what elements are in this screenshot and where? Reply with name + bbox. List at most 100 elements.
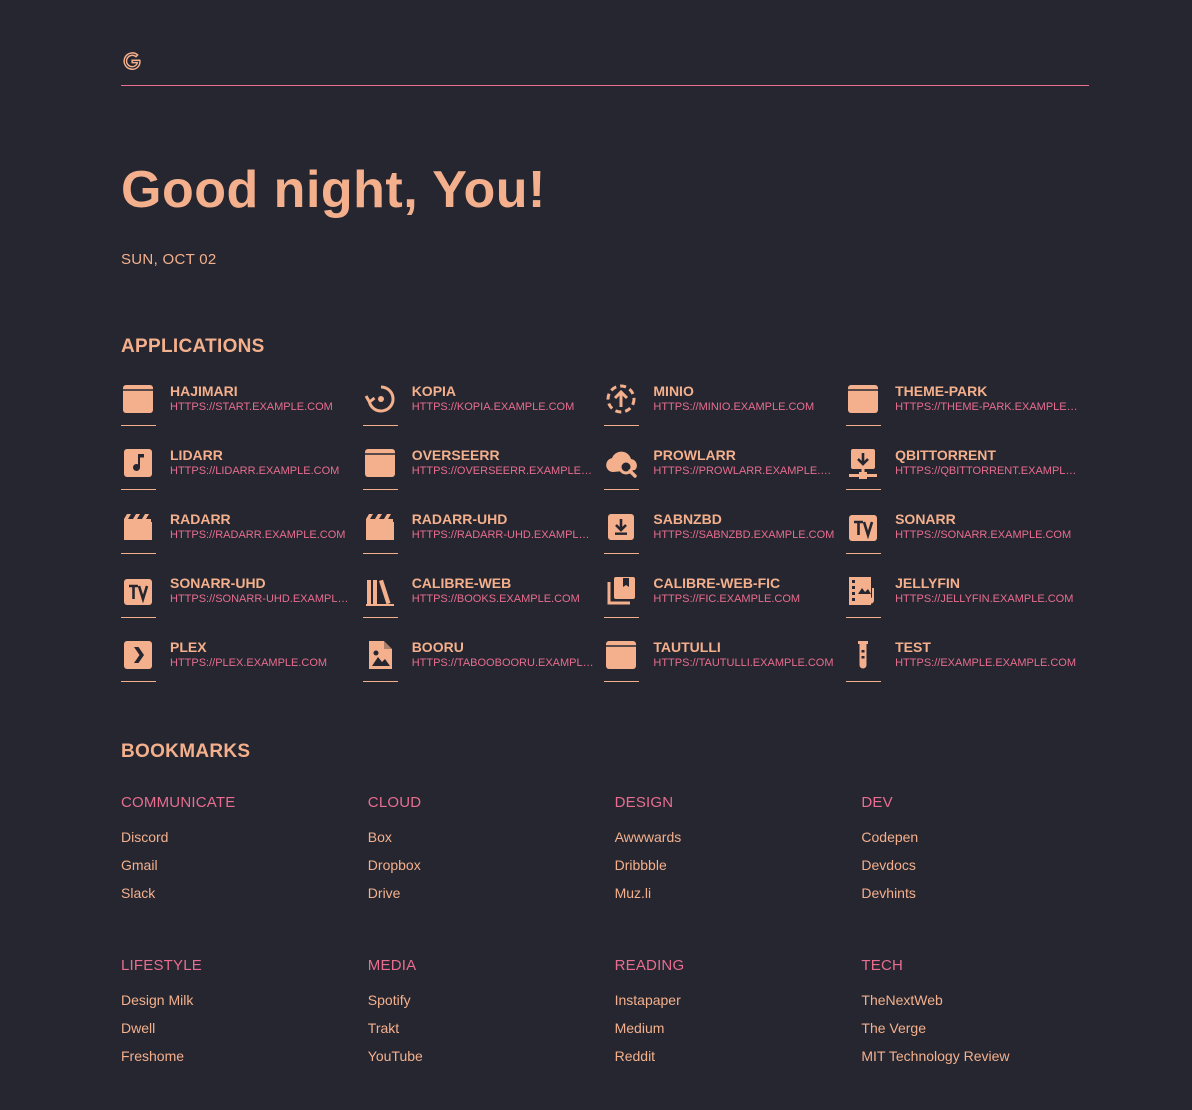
bookmark-link[interactable]: Design Milk bbox=[121, 990, 368, 1018]
bookmark-link[interactable]: Freshome bbox=[121, 1046, 368, 1074]
app-link-test[interactable]: TEST HTTPS://EXAMPLE.EXAMPLE.COM bbox=[846, 636, 1088, 700]
app-underline bbox=[121, 617, 156, 618]
search-bar bbox=[121, 48, 1089, 86]
bookmark-link[interactable]: Slack bbox=[121, 883, 368, 911]
app-url: HTTPS://SABNZBD.EXAMPLE.COM bbox=[653, 529, 835, 541]
app-link-minio[interactable]: MINIO HTTPS://MINIO.EXAMPLE.COM bbox=[604, 380, 846, 444]
window-icon bbox=[363, 446, 397, 480]
app-url: HTTPS://PLEX.EXAMPLE.COM bbox=[170, 657, 328, 669]
bookmark-link[interactable]: Reddit bbox=[615, 1046, 862, 1074]
app-name: CALIBRE-WEB-FIC bbox=[653, 575, 781, 591]
app-link-calibre-web-fic[interactable]: CALIBRE-WEB-FIC HTTPS://FIC.EXAMPLE.COM bbox=[604, 572, 846, 636]
bookmark-group-lifestyle: LIFESTYLE Design Milk Dwell Freshome bbox=[121, 957, 368, 1074]
app-link-plex[interactable]: PLEX HTTPS://PLEX.EXAMPLE.COM bbox=[121, 636, 363, 700]
app-link-overseerr[interactable]: OVERSEERR HTTPS://OVERSEERR.EXAMPLE.COM bbox=[362, 444, 605, 508]
app-link-sonarr[interactable]: SONARR HTTPS://SONARR.EXAMPLE.COM bbox=[846, 508, 1088, 572]
app-underline bbox=[846, 489, 882, 490]
app-link-radarr-uhd[interactable]: RADARR-UHD HTTPS://RADARR-UHD.EXAMPLE.COM bbox=[362, 508, 605, 572]
download-network-icon bbox=[846, 446, 880, 480]
bookmark-link[interactable]: Codepen bbox=[861, 827, 1108, 855]
app-link-sabnzbd[interactable]: SABNZBD HTTPS://SABNZBD.EXAMPLE.COM bbox=[604, 508, 846, 572]
app-underline bbox=[362, 425, 398, 426]
app-name: BOORU bbox=[411, 639, 464, 655]
app-name: SONARR bbox=[895, 511, 956, 527]
bookmark-link[interactable]: Spotify bbox=[368, 990, 615, 1018]
app-underline bbox=[121, 553, 156, 554]
app-url: HTTPS://OVERSEERR.EXAMPLE.COM bbox=[411, 465, 595, 477]
bookmark-category: LIFESTYLE bbox=[121, 957, 202, 974]
applications-title: APPLICATIONS bbox=[121, 336, 265, 357]
bookmark-link[interactable]: The Verge bbox=[861, 1018, 1108, 1046]
bookmark-category: DESIGN bbox=[614, 794, 674, 811]
app-url: HTTPS://EXAMPLE.EXAMPLE.COM bbox=[895, 657, 1077, 669]
bookmark-link[interactable]: MIT Technology Review bbox=[861, 1046, 1108, 1074]
bookmark-link[interactable]: Dropbox bbox=[368, 855, 615, 883]
app-link-sonarr-uhd[interactable]: SONARR-UHD HTTPS://SONARR-UHD.EXAMPLE.COM bbox=[121, 572, 363, 636]
app-name: RADARR bbox=[170, 511, 231, 527]
bookmark-link[interactable]: Medium bbox=[615, 1018, 862, 1046]
bookmark-link[interactable]: Awwwards bbox=[615, 827, 862, 855]
test-tube-icon bbox=[846, 638, 880, 672]
greeting-heading: Good night, You! bbox=[121, 161, 546, 219]
app-link-theme-park[interactable]: THEME-PARK HTTPS://THEME-PARK.EXAMPLE.COM bbox=[846, 380, 1088, 444]
app-name: SONARR-UHD bbox=[170, 575, 266, 591]
app-link-radarr[interactable]: RADARR HTTPS://RADARR.EXAMPLE.COM bbox=[121, 508, 363, 572]
app-url: HTTPS://QBITTORRENT.EXAMPLE.COM bbox=[895, 465, 1078, 477]
music-note-icon bbox=[121, 446, 155, 480]
app-underline bbox=[846, 617, 882, 618]
bookmark-link[interactable]: Box bbox=[368, 827, 615, 855]
app-underline bbox=[362, 489, 398, 490]
bookmark-link[interactable]: Gmail bbox=[121, 855, 368, 883]
app-link-lidarr[interactable]: LIDARR HTTPS://LIDARR.EXAMPLE.COM bbox=[121, 444, 363, 508]
app-name: JELLYFIN bbox=[895, 575, 960, 591]
bookmark-group-communicate: COMMUNICATE Discord Gmail Slack bbox=[121, 794, 368, 911]
window-icon bbox=[121, 382, 155, 416]
bookmark-link[interactable]: Discord bbox=[121, 827, 368, 855]
app-url: HTTPS://BOOKS.EXAMPLE.COM bbox=[411, 593, 580, 605]
window-icon bbox=[604, 638, 638, 672]
movie-clapper-icon bbox=[363, 510, 397, 544]
bookmark-link[interactable]: Devhints bbox=[861, 883, 1108, 911]
app-underline bbox=[121, 681, 156, 682]
filmstrip-music-icon bbox=[846, 574, 880, 608]
cloud-search-icon bbox=[604, 446, 638, 480]
plex-chevron-icon bbox=[121, 638, 155, 672]
bookmark-link[interactable]: Drive bbox=[368, 883, 615, 911]
bookmark-link[interactable]: Muz.li bbox=[615, 883, 862, 911]
bookmark-link[interactable]: TheNextWeb bbox=[861, 990, 1108, 1018]
google-icon bbox=[123, 52, 141, 70]
app-name: HAJIMARI bbox=[170, 383, 238, 399]
upload-circle-icon bbox=[604, 382, 638, 416]
app-underline bbox=[362, 553, 398, 554]
app-link-qbittorrent[interactable]: QBITTORRENT HTTPS://QBITTORRENT.EXAMPLE.C… bbox=[846, 444, 1088, 508]
search-input[interactable] bbox=[157, 48, 1077, 78]
app-url: HTTPS://JELLYFIN.EXAMPLE.COM bbox=[895, 593, 1074, 605]
app-link-jellyfin[interactable]: JELLYFIN HTTPS://JELLYFIN.EXAMPLE.COM bbox=[846, 572, 1088, 636]
app-underline bbox=[362, 681, 398, 682]
app-underline bbox=[846, 553, 882, 554]
app-link-prowlarr[interactable]: PROWLARR HTTPS://PROWLARR.EXAMPLE.COM bbox=[604, 444, 846, 508]
bookmark-link[interactable]: Trakt bbox=[368, 1018, 615, 1046]
app-name: OVERSEERR bbox=[411, 447, 500, 463]
app-link-calibre-web[interactable]: CALIBRE-WEB HTTPS://BOOKS.EXAMPLE.COM bbox=[362, 572, 605, 636]
app-url: HTTPS://START.EXAMPLE.COM bbox=[170, 401, 333, 413]
bookmark-link[interactable]: Dribbble bbox=[615, 855, 862, 883]
app-link-tautulli[interactable]: TAUTULLI HTTPS://TAUTULLI.EXAMPLE.COM bbox=[604, 636, 846, 700]
app-underline bbox=[604, 425, 640, 426]
app-name: PROWLARR bbox=[653, 447, 736, 463]
bookmark-link[interactable]: Devdocs bbox=[861, 855, 1108, 883]
app-link-booru[interactable]: BOORU HTTPS://TABOOBOORU.EXAMPLE.COM bbox=[362, 636, 605, 700]
app-underline bbox=[121, 425, 156, 426]
app-name: THEME-PARK bbox=[895, 383, 988, 399]
bookmark-group-tech: TECH TheNextWeb The Verge MIT Technology Re… bbox=[861, 957, 1108, 1074]
app-name: RADARR-UHD bbox=[411, 511, 508, 527]
bookmark-link[interactable]: YouTube bbox=[368, 1046, 615, 1074]
app-url: HTTPS://SONARR.EXAMPLE.COM bbox=[895, 529, 1072, 541]
bookmark-link[interactable]: Dwell bbox=[121, 1018, 368, 1046]
bookmark-link[interactable]: Instapaper bbox=[615, 990, 862, 1018]
bookmark-category: MEDIA bbox=[367, 957, 417, 974]
app-url: HTTPS://FIC.EXAMPLE.COM bbox=[653, 593, 801, 605]
bookmark-category: CLOUD bbox=[367, 794, 422, 811]
app-link-hajimari[interactable]: HAJIMARI HTTPS://START.EXAMPLE.COM bbox=[121, 380, 363, 444]
app-link-kopia[interactable]: KOPIA HTTPS://KOPIA.EXAMPLE.COM bbox=[362, 380, 605, 444]
